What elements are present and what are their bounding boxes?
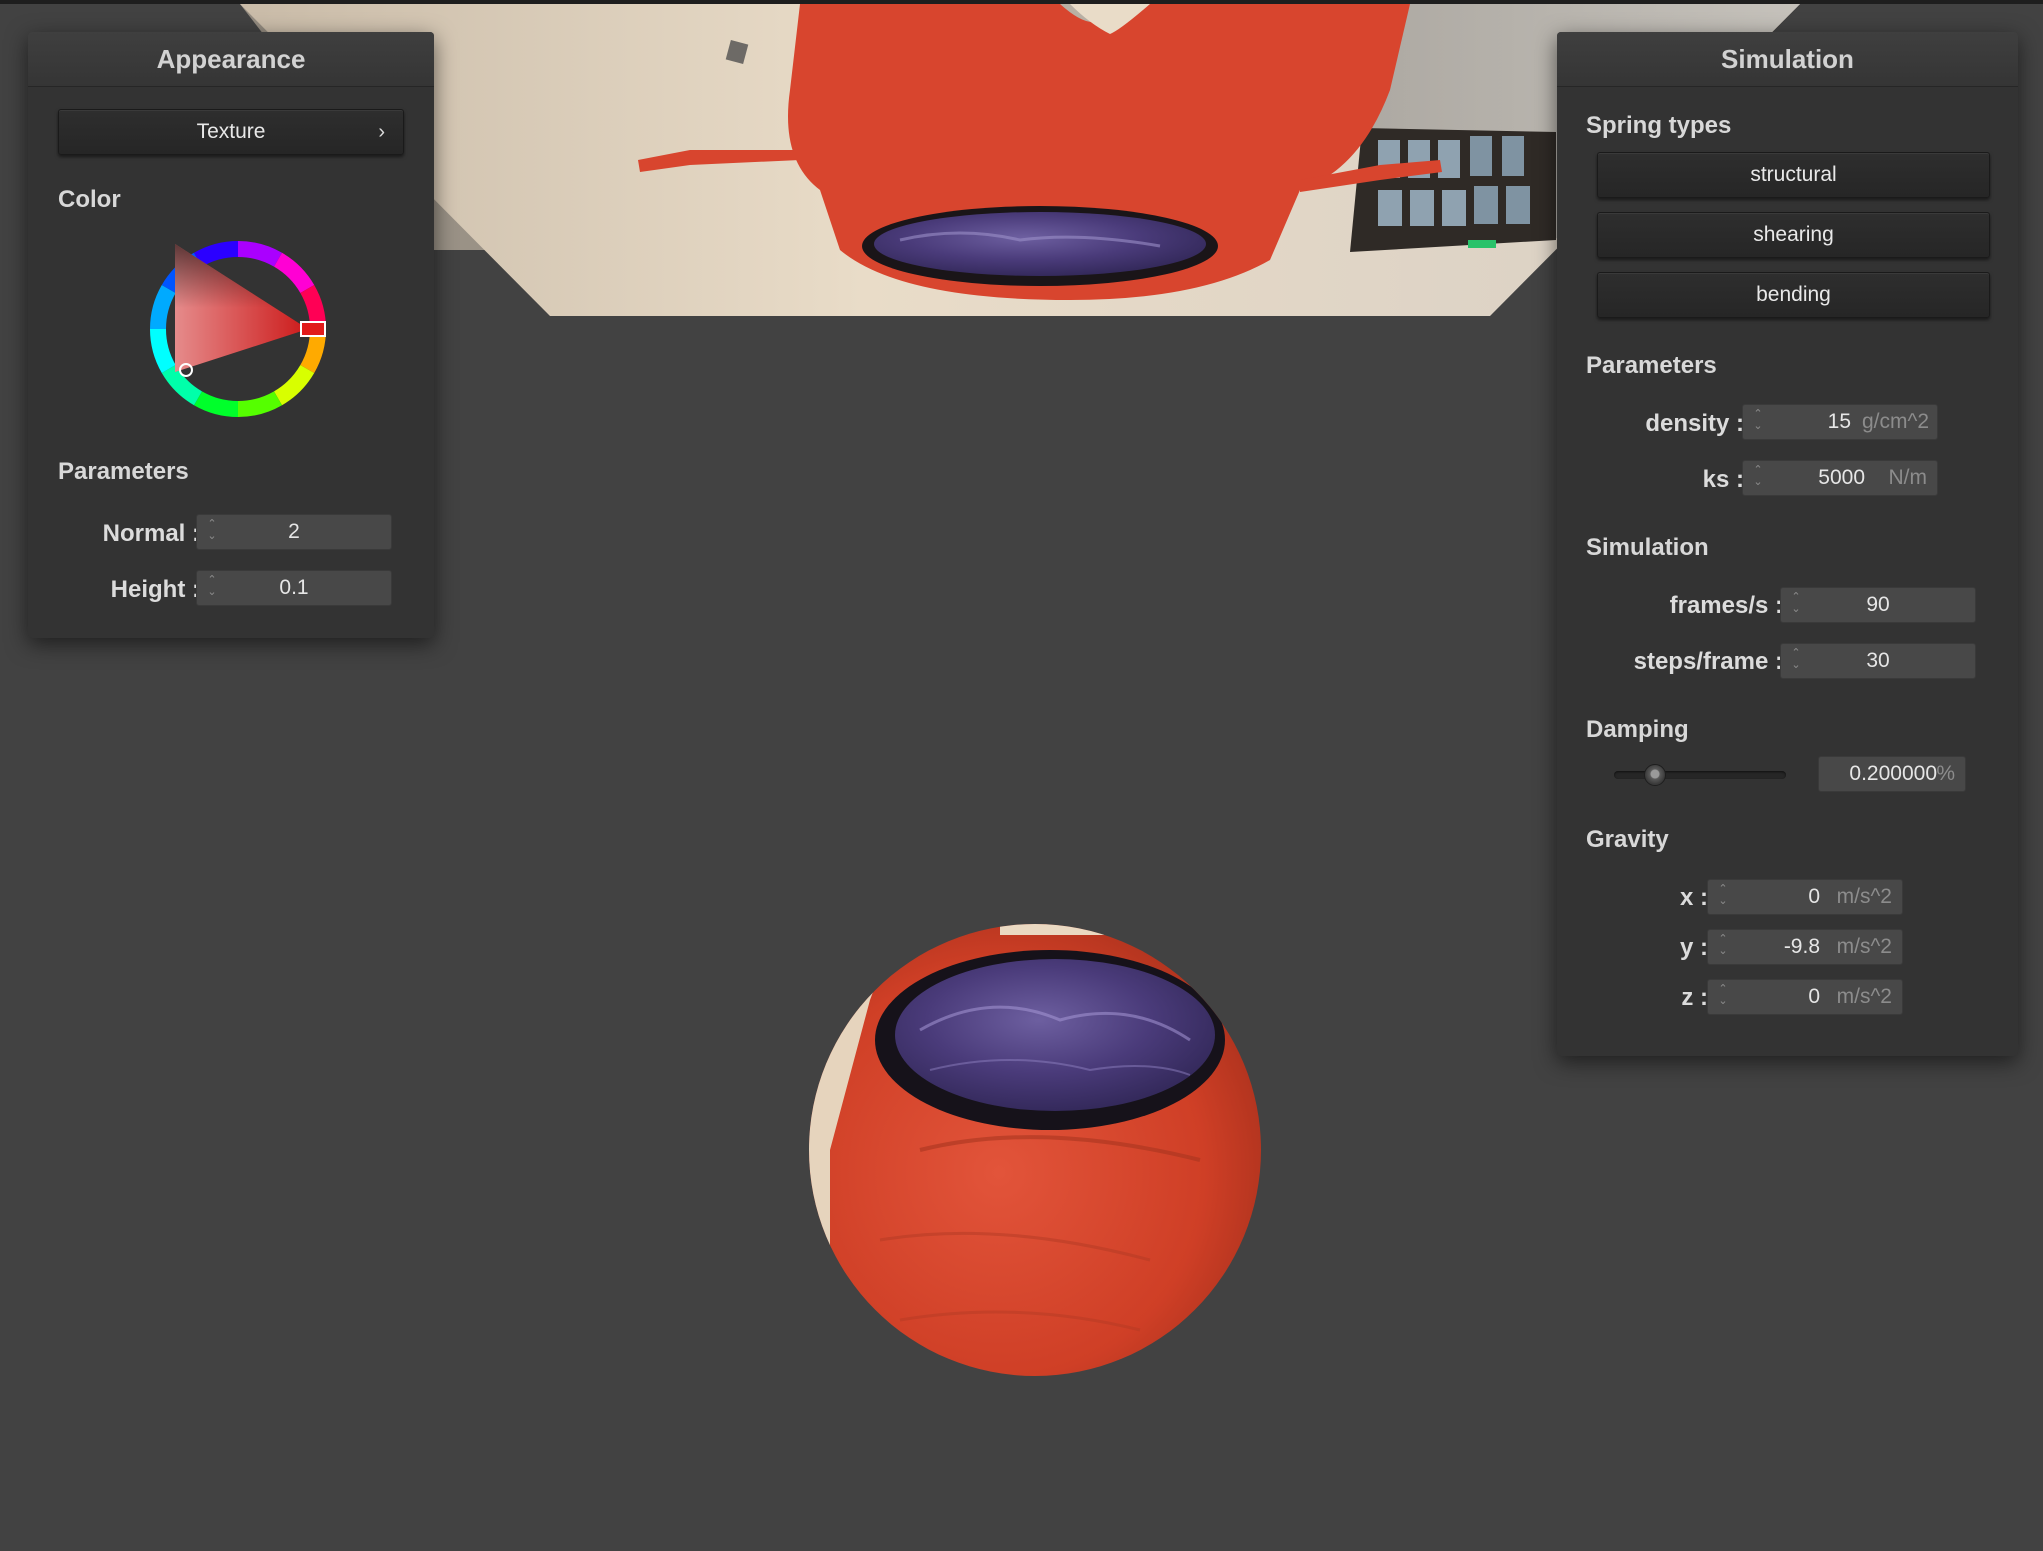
gravity-z-stepper[interactable]: ⌃ ⌄ 0 m/s^2 (1707, 979, 1903, 1015)
ks-label: ks : (1702, 466, 1744, 493)
ks-value: 5000 (1818, 466, 1865, 489)
hue-selector-handle[interactable] (300, 321, 326, 337)
density-label: density : (1645, 410, 1744, 437)
color-section-label: Color (58, 186, 121, 213)
texture-button[interactable]: Texture › (58, 109, 404, 155)
gravity-x-value: 0 (1808, 885, 1820, 908)
gravity-x-label: x : (1679, 884, 1708, 911)
gravity-x-stepper[interactable]: ⌃ ⌄ 0 m/s^2 (1707, 879, 1903, 915)
chevron-right-icon: › (378, 121, 385, 143)
stepper-arrows-icon[interactable]: ⌃ ⌄ (1716, 983, 1730, 1011)
door-window-texture (1350, 128, 1556, 252)
ks-unit: N/m (1888, 466, 1928, 489)
gravity-y-value: -9.8 (1783, 935, 1820, 958)
gravity-z-value: 0 (1808, 985, 1820, 1008)
steps-per-frame-label: steps/frame : (1633, 648, 1783, 675)
gravity-label: Gravity (1586, 826, 1669, 853)
steps-per-frame-stepper[interactable]: ⌃ ⌄ 30 (1780, 643, 1976, 679)
fps-value: 90 (1866, 593, 1890, 616)
gravity-y-unit: m/s^2 (1836, 935, 1892, 958)
density-unit: g/cm^2 (1861, 410, 1929, 433)
appearance-parameters-label: Parameters (58, 458, 189, 485)
damping-field[interactable]: 0.200000 % (1818, 756, 1966, 792)
damping-unit: % (1936, 762, 1955, 785)
density-value: 15 (1827, 410, 1851, 433)
damping-label: Damping (1586, 716, 1689, 743)
sphere-object[interactable] (800, 920, 1261, 1390)
stepper-arrows-icon[interactable]: ⌃ ⌄ (1716, 933, 1730, 961)
fps-label: frames/s : (1669, 592, 1783, 619)
damping-value: 0.200000 (1849, 762, 1937, 785)
ks-stepper[interactable]: ⌃ ⌄ 5000 N/m (1742, 460, 1938, 496)
stepper-arrows-icon[interactable]: ⌃ ⌄ (1751, 408, 1765, 436)
simulation-panel-title: Simulation (1557, 32, 2018, 87)
normal-label: Normal : (102, 520, 200, 547)
structural-button[interactable]: structural (1597, 152, 1990, 198)
gravity-z-label: z : (1681, 984, 1708, 1011)
gravity-y-label: y : (1679, 934, 1708, 961)
normal-value: 2 (288, 520, 300, 543)
simulation-section-label: Simulation (1586, 534, 1709, 561)
gravity-x-unit: m/s^2 (1836, 885, 1892, 908)
height-stepper[interactable]: ⌃ ⌄ 0.1 (196, 570, 392, 606)
density-stepper[interactable]: ⌃ ⌄ 15 g/cm^2 (1742, 404, 1938, 440)
texture-button-label: Texture (196, 120, 266, 143)
color-wheel[interactable] (143, 234, 333, 424)
simulation-panel: Simulation Spring types structural shear… (1557, 32, 2018, 1056)
spring-types-label: Spring types (1586, 112, 1732, 139)
height-value: 0.1 (279, 576, 309, 599)
steps-per-frame-value: 30 (1866, 649, 1890, 672)
gravity-z-unit: m/s^2 (1836, 985, 1892, 1008)
simulation-parameters-label: Parameters (1586, 352, 1717, 379)
bending-button[interactable]: bending (1597, 272, 1990, 318)
stepper-arrows-icon[interactable]: ⌃ ⌄ (1751, 464, 1765, 492)
gravity-y-stepper[interactable]: ⌃ ⌄ -9.8 m/s^2 (1707, 929, 1903, 965)
damping-slider-knob[interactable] (1644, 764, 1667, 786)
fps-stepper[interactable]: ⌃ ⌄ 90 (1780, 587, 1976, 623)
height-label: Height : (110, 576, 200, 603)
stepper-arrows-icon[interactable]: ⌃ ⌄ (1716, 883, 1730, 911)
appearance-panel: Appearance Texture › Color Parameters No… (28, 32, 434, 638)
normal-stepper[interactable]: ⌃ ⌄ 2 (196, 514, 392, 550)
damping-slider[interactable] (1614, 764, 1786, 786)
shearing-button[interactable]: shearing (1597, 212, 1990, 258)
appearance-panel-title: Appearance (28, 32, 434, 87)
